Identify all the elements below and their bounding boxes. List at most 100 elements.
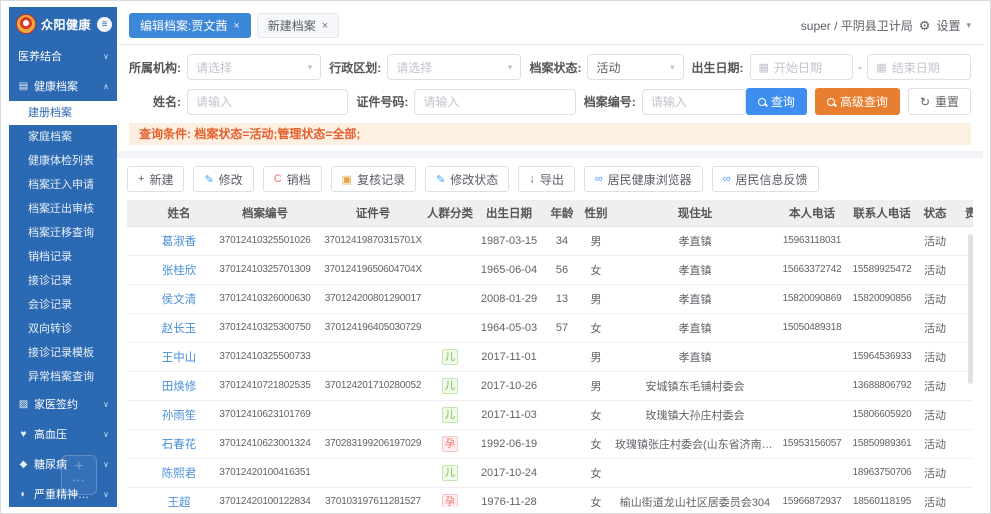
sidebar-subitem[interactable]: 档案迁入申请 (9, 173, 117, 197)
sidebar-subitem[interactable]: 健康体检列表 (9, 149, 117, 173)
birth-start-input[interactable]: ▦ 开始日期 (750, 54, 854, 80)
modify-button[interactable]: ✎修改 (193, 166, 253, 192)
birth-date-cell: 1965-06-04 (473, 255, 545, 284)
sidebar-subitem[interactable]: 接诊记录模板 (9, 341, 117, 365)
gear-icon[interactable]: ⚙ (919, 18, 931, 34)
table-row[interactable]: 石春花37012410623001324370283199206197029孕1… (127, 429, 973, 458)
screen: 众阳健康 ≡ 医养结合∨▤健康档案∧建册档案家庭档案健康体检列表档案迁入申请档案… (0, 0, 991, 514)
sidebar-subitem[interactable]: 建册档案 (9, 101, 117, 125)
sidebar-collapse-icon[interactable]: ≡ (97, 17, 112, 32)
settings-label[interactable]: 设置 (936, 17, 960, 34)
table-row[interactable]: 侯文清3701241032600063037012420080129001720… (127, 284, 973, 313)
status-select[interactable]: 活动 ▾ (587, 54, 683, 80)
tab-strip: 编辑档案:贾文茜×新建档案× (129, 13, 339, 38)
sidebar-subitem[interactable]: 家庭档案 (9, 125, 117, 149)
birth-end-input[interactable]: ▦ 结束日期 (867, 54, 971, 80)
column-header: 档案编号 (211, 200, 319, 226)
table-row[interactable]: 王中山37012410325500733儿2017-11-01男孝直镇15964… (127, 342, 973, 371)
column-header: 年龄 (545, 200, 579, 226)
floating-add-widget[interactable]: +••• (61, 455, 97, 495)
reset-button[interactable]: ↻重置 (908, 88, 971, 115)
population-tag-cell (427, 255, 473, 284)
name-link[interactable]: 侯文清 (162, 294, 197, 306)
advanced-search-button[interactable]: 高级查询 (815, 88, 900, 115)
resident-health-browser-button[interactable]: ∞居民健康浏览器 (584, 166, 703, 192)
resident-feedback-button[interactable]: ∞居民信息反馈 (712, 166, 819, 192)
name-link[interactable]: 田焕修 (162, 381, 197, 393)
gender-cell: 男 (579, 342, 613, 371)
archive-no-cell: 37012410325500733 (211, 342, 319, 371)
population-tag-cell: 儿 (427, 458, 473, 487)
chevron-down-icon: ∨ (103, 52, 109, 61)
table-scroll-area: 姓名档案编号证件号人群分类出生日期年龄性别现住址本人电话联系人电话状态责任医生 … (127, 200, 973, 507)
sidebar-group-elder-care[interactable]: 医养结合∨ (9, 41, 117, 71)
sidebar-subitem[interactable]: 接诊记录 (9, 269, 117, 293)
birth-end-placeholder: 结束日期 (892, 59, 940, 76)
sidebar-group-family-doctor[interactable]: ▨家医签约∨ (9, 389, 117, 419)
tab-close-icon[interactable]: × (322, 20, 328, 32)
archive-no-input[interactable] (642, 89, 746, 115)
region-select[interactable]: 请选择 ▾ (387, 54, 521, 80)
name-link[interactable]: 王中山 (162, 352, 197, 364)
column-header: 性别 (579, 200, 613, 226)
toolbar-button-label: 修改 (219, 171, 243, 188)
name-link[interactable]: 石春花 (162, 439, 197, 451)
change-status-button[interactable]: ✎修改状态 (425, 166, 509, 192)
sidebar-subitem[interactable]: 销档记录 (9, 245, 117, 269)
sidebar-subitem[interactable]: 会诊记录 (9, 293, 117, 317)
table-row[interactable]: 陈熙君37012420100416351儿2017-10-24女18963750… (127, 458, 973, 487)
name-input[interactable] (187, 89, 348, 115)
sidebar-group-health-archive[interactable]: ▤健康档案∧ (9, 71, 117, 101)
new-button[interactable]: +新建 (127, 166, 184, 192)
review-records-button[interactable]: ▣复核记录 (331, 166, 416, 192)
sidebar-subitem[interactable]: 档案迁移查询 (9, 221, 117, 245)
tab-close-icon[interactable]: × (233, 20, 239, 32)
birth-date-cell: 2017-10-26 (473, 371, 545, 400)
sidebar-group-hypertension[interactable]: ♥高血压∨ (9, 419, 117, 449)
status-cell: 活动 (917, 458, 953, 487)
sidebar-subitem[interactable]: 双向转诊 (9, 317, 117, 341)
select-cell (127, 313, 147, 342)
id-no-cell: 370103197611281527 (319, 487, 427, 507)
vertical-scrollbar[interactable] (968, 234, 973, 384)
filter-row-2: 姓名: 证件号码: 档案编号: 查询 高级查询 ↻重置 (129, 88, 971, 115)
table-row[interactable]: 田焕修37012410721802535370124201710280052儿2… (127, 371, 973, 400)
export-button[interactable]: ↓导出 (518, 166, 575, 192)
table-row[interactable]: 王超37012420100122834370103197611281527孕19… (127, 487, 973, 507)
search-button[interactable]: 查询 (746, 88, 807, 115)
id-no-cell: 37012419870315701X (319, 226, 427, 255)
name-link[interactable]: 王超 (168, 497, 191, 508)
user-box: super / 平阴县卫计局 ⚙ 设置 ▾ (801, 17, 971, 34)
name-link[interactable]: 张桂欣 (162, 265, 197, 277)
name-link[interactable]: 孙雨笙 (162, 410, 197, 422)
contact-phone-cell: 15964536933 (847, 342, 917, 371)
name-cell: 孙雨笙 (147, 400, 211, 429)
sidebar-subitem[interactable]: 档案迁出审核 (9, 197, 117, 221)
cancel-archive-button[interactable]: C销档 (263, 166, 322, 192)
table-row[interactable]: 葛淑香3701241032550102637012419870315701X19… (127, 226, 973, 255)
name-link[interactable]: 陈熙君 (162, 468, 197, 480)
org-select[interactable]: 请选择 ▾ (187, 54, 321, 80)
app-logo-icon (16, 14, 36, 34)
name-label: 姓名: (129, 93, 187, 110)
name-link[interactable]: 葛淑香 (162, 236, 197, 248)
address-cell: 孝直镇 (613, 342, 777, 371)
table-row[interactable]: 赵长玉3701241032530075037012419640503072919… (127, 313, 973, 342)
table-row[interactable]: 孙雨笙37012410623101769儿2017-11-03女玫瑰镇大孙庄村委… (127, 400, 973, 429)
archive-no-cell: 37012410325501026 (211, 226, 319, 255)
table-row[interactable]: 张桂欣3701241032570130937012419650604704X19… (127, 255, 973, 284)
age-cell (545, 458, 579, 487)
address-cell: 玫瑰镇张庄村委会(山东省济南市平阴县玫瑰镇张... (613, 429, 777, 458)
chevron-down-icon: ▾ (966, 20, 971, 31)
cert-input[interactable] (414, 89, 575, 115)
id-no-cell: 370124196405030729 (319, 313, 427, 342)
tab[interactable]: 编辑档案:贾文茜× (129, 13, 251, 38)
name-link[interactable]: 赵长玉 (162, 323, 197, 335)
contact-phone-cell: 15820090856 (847, 284, 917, 313)
population-tag-cell: 儿 (427, 342, 473, 371)
chevron-down-icon: ∨ (103, 490, 109, 499)
tab[interactable]: 新建档案× (257, 13, 339, 38)
status-value: 活动 (596, 59, 620, 76)
records-table: 姓名档案编号证件号人群分类出生日期年龄性别现住址本人电话联系人电话状态责任医生 … (127, 200, 973, 507)
sidebar-subitem[interactable]: 异常档案查询 (9, 365, 117, 389)
